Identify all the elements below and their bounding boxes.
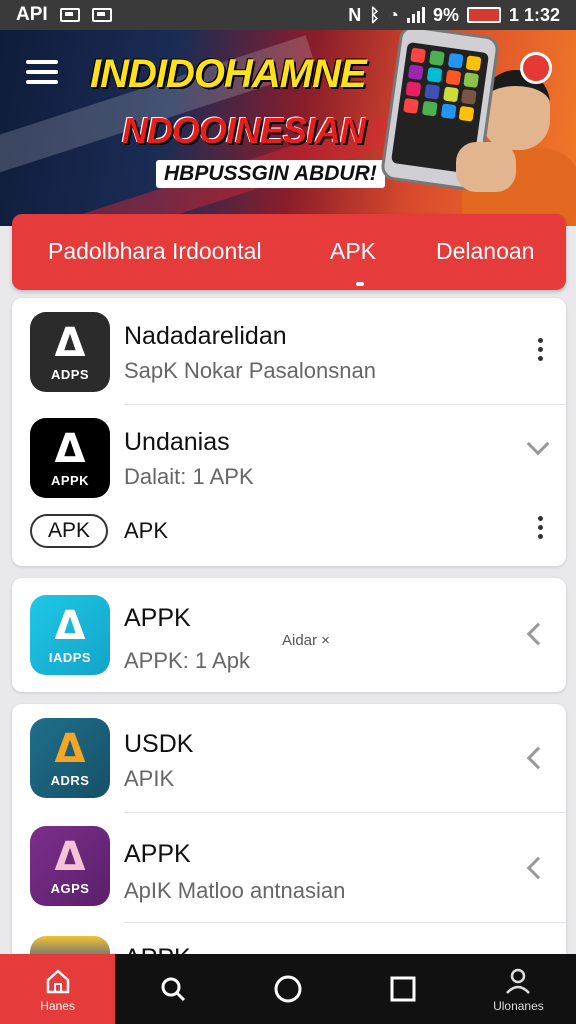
- app-subtitle: Dalait: 1 APK: [124, 464, 254, 489]
- banner-title: INDIDOHAMNE: [90, 52, 367, 96]
- app-list-card: Δ IADPS APPK Aidar × APPK: 1 Apk: [12, 578, 566, 692]
- tab-bar: Padolbhara Irdoontal APK Delanoan: [12, 214, 566, 290]
- nav-home-button[interactable]: [230, 954, 345, 1024]
- nav-home[interactable]: Hanes: [0, 954, 116, 1024]
- app-list-card: Δ ADPS Nadadarelidan SapK Nokar Pasalons…: [12, 298, 566, 566]
- app-icon: Δ APPK: [30, 418, 110, 498]
- square-recents-icon: [388, 974, 418, 1004]
- app-subtitle: APPK: 1 Apk: [124, 648, 250, 673]
- chevron-left-icon[interactable]: [526, 856, 550, 880]
- battery-percent: 9%: [432, 4, 459, 25]
- app-logo-icon: Δ: [54, 319, 86, 366]
- tab-apk[interactable]: APK: [330, 238, 376, 265]
- nav-search[interactable]: [115, 954, 230, 1024]
- notification-badge-icon[interactable]: [520, 52, 552, 84]
- bluetooth-icon: ᛒ: [369, 4, 381, 25]
- chevron-left-icon[interactable]: [526, 746, 550, 770]
- app-logo-icon: Δ: [54, 725, 86, 772]
- tab-padolbhara[interactable]: Padolbhara Irdoontal: [48, 238, 262, 265]
- hand-illustration: [456, 142, 516, 192]
- list-item[interactable]: Δ AGPS APPK ApIK Matloo antnasian: [12, 812, 566, 922]
- status-left-text: API: [16, 4, 48, 25]
- signal-icon: [406, 7, 425, 23]
- overlay-label: Aidar ×: [282, 632, 330, 649]
- clock: 1 1:32: [508, 4, 560, 25]
- nav-profile-label: Ulonanes: [493, 998, 544, 1013]
- wifi-icon: ◔: [388, 4, 399, 25]
- app-logo-icon: Δ: [54, 425, 86, 472]
- app-title: USDK: [124, 730, 194, 758]
- more-options-icon[interactable]: [538, 516, 544, 539]
- active-tab-indicator: [356, 282, 364, 286]
- app-logo-icon: Δ: [54, 833, 86, 880]
- app-icon: Δ ADRS: [30, 718, 110, 798]
- list-item[interactable]: Δ ADRS USDK APIK: [12, 704, 566, 812]
- app-title: Nadadarelidan: [124, 322, 287, 350]
- app-title: APPK: [124, 840, 191, 868]
- nfc-icon: N: [348, 4, 362, 25]
- banner-tagline: HBPUSSGIN ABDUR!: [156, 160, 385, 188]
- app-title: APPK: [124, 604, 191, 632]
- list-item[interactable]: Δ IADPS APPK Aidar × APPK: 1 Apk: [12, 578, 566, 692]
- status-bar: API N ᛒ ◔ 9% 1 1:32: [0, 0, 576, 30]
- app-icon: Δ IADPS: [30, 595, 110, 675]
- search-icon: [158, 974, 188, 1004]
- list-item[interactable]: Δ ADPS Nadadarelidan SapK Nokar Pasalons…: [12, 298, 566, 404]
- image-icon: [91, 8, 112, 22]
- menu-icon[interactable]: [26, 60, 58, 84]
- chevron-left-icon[interactable]: [526, 622, 550, 646]
- nav-profile[interactable]: Ulonanes: [461, 954, 576, 1024]
- chevron-down-icon[interactable]: [526, 432, 550, 456]
- profile-icon: [503, 966, 533, 996]
- app-list-card: Δ ADRS USDK APIK Δ AGPS APPK ApIK Matloo…: [12, 704, 566, 964]
- apk-label: APK: [124, 518, 169, 543]
- app-logo-icon: Δ: [54, 602, 86, 649]
- apk-pill-button[interactable]: APK: [30, 514, 108, 548]
- tab-delanoan[interactable]: Delanoan: [436, 238, 534, 265]
- hero-banner: INDIDOHAMNE NDOOINESIAN HBPUSSGIN ABDUR!: [0, 30, 576, 226]
- notification-icon: [59, 8, 80, 22]
- bottom-navigation: Hanes Ulonanes: [0, 954, 576, 1024]
- list-item[interactable]: Δ APPK Undanias Dalait: 1 APK APK APK: [12, 404, 566, 566]
- app-subtitle: APIK: [124, 766, 175, 791]
- circle-home-icon: [273, 974, 303, 1004]
- home-icon: [43, 966, 73, 996]
- app-icon: Δ AGPS: [30, 826, 110, 906]
- battery-icon: [466, 7, 501, 23]
- app-subtitle: SapK Nokar Pasalonsnan: [124, 358, 376, 383]
- app-icon: Δ ADPS: [30, 312, 110, 392]
- app-subtitle: ApIK Matloo antnasian: [124, 878, 346, 903]
- nav-recents[interactable]: [346, 954, 461, 1024]
- banner-subtitle: NDOOINESIAN: [122, 110, 366, 151]
- app-title: Undanias: [124, 428, 230, 456]
- more-options-icon[interactable]: [538, 338, 544, 361]
- nav-home-label: Hanes: [40, 998, 75, 1013]
